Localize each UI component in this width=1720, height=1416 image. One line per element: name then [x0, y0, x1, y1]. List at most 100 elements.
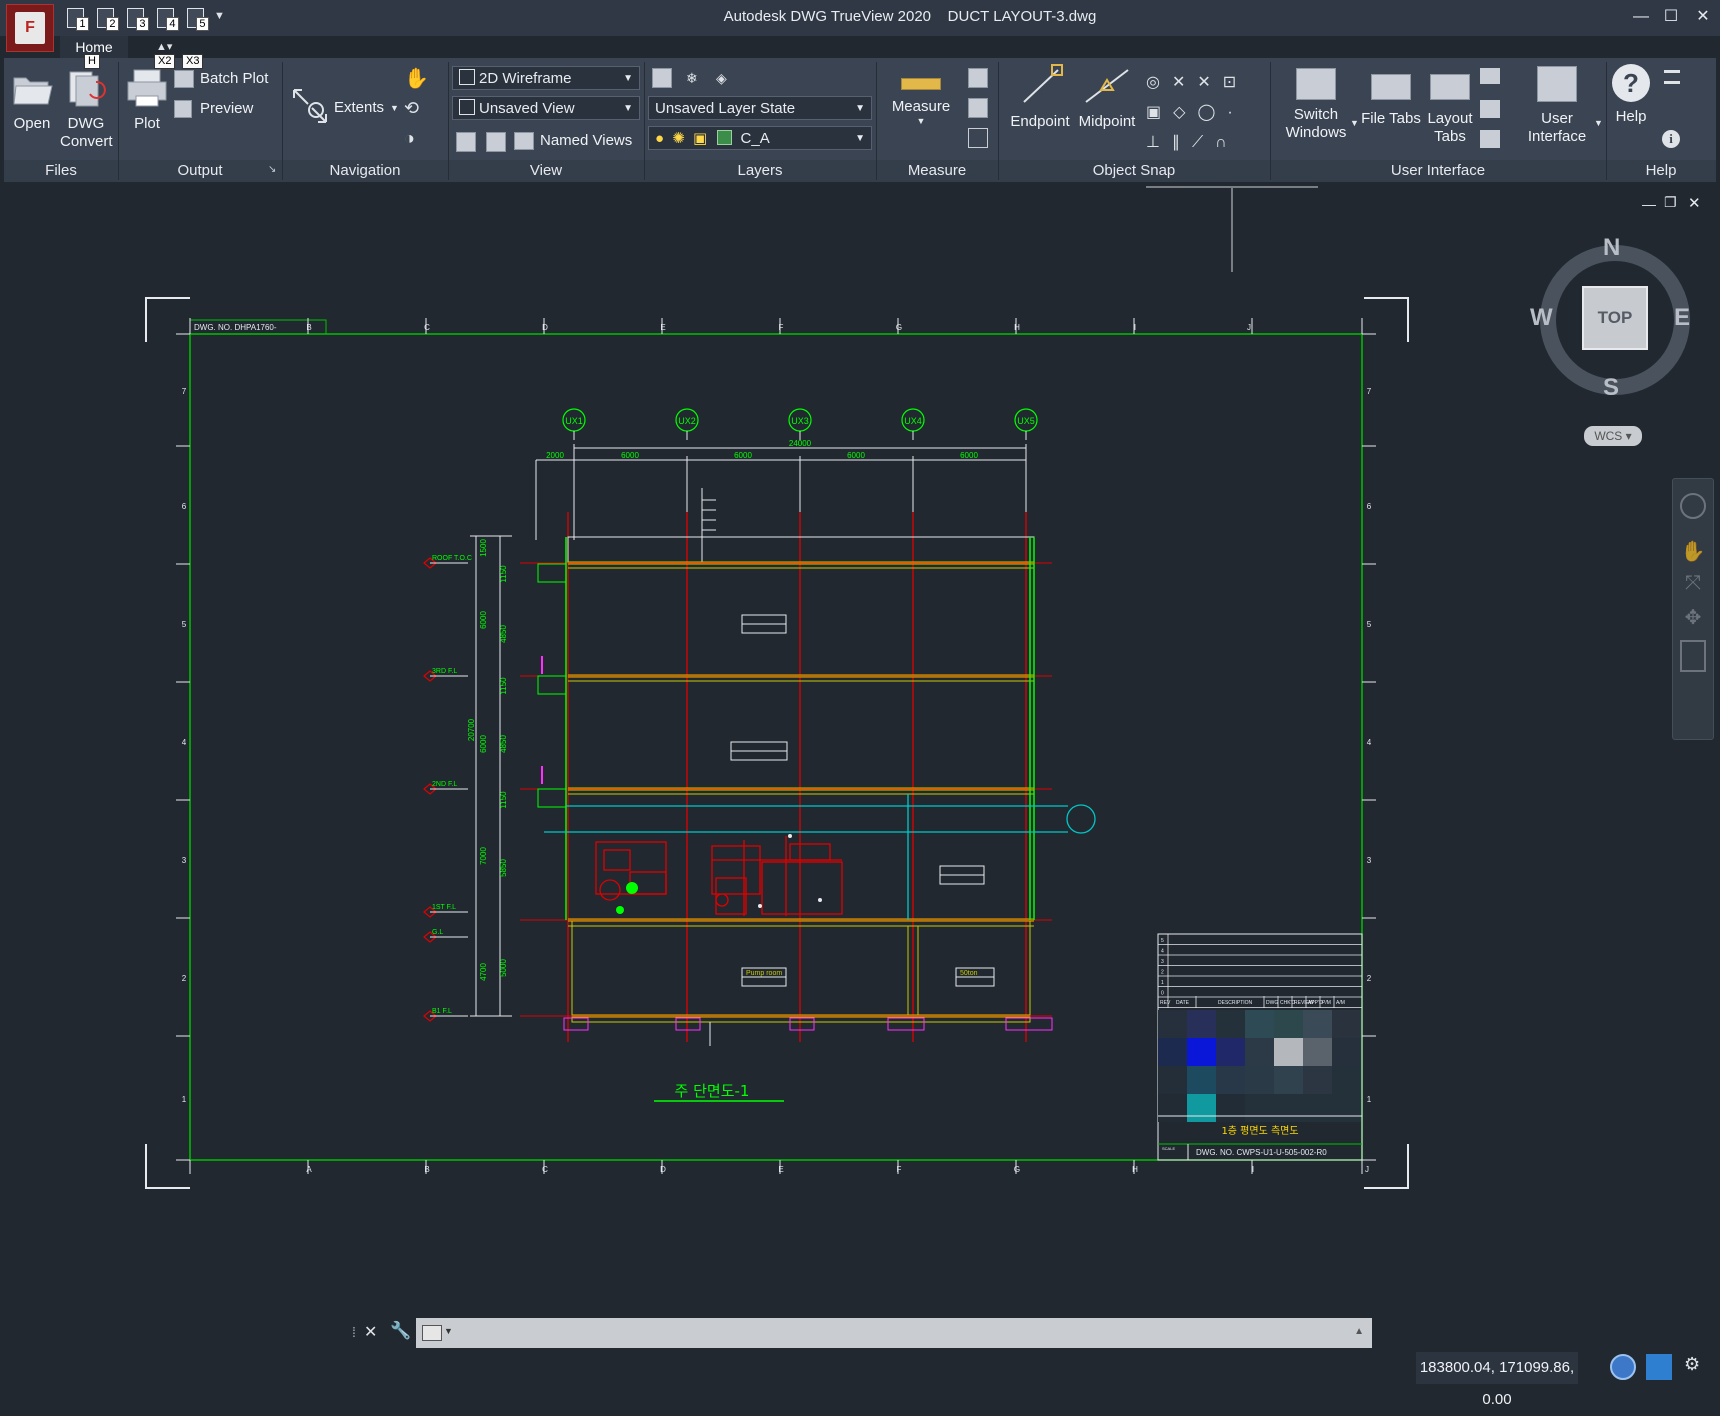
compass-south[interactable]: S [1603, 374, 1619, 402]
hardware-acceleration-icon[interactable]: ⚙ [1684, 1354, 1708, 1380]
viewcube-top-face[interactable]: TOP [1582, 286, 1648, 350]
grid-label: UX5 [1017, 416, 1035, 426]
compass-east[interactable]: E [1674, 304, 1690, 332]
border-letter-bottom: J [1365, 1165, 1369, 1174]
company-logo-block [1158, 1010, 1361, 1122]
snap-status-icon[interactable] [1610, 1354, 1636, 1380]
level-marker: 1ST F.L [423, 904, 468, 918]
level-label: B1 F.L [432, 1008, 452, 1015]
vertical-dimension: 20700 [467, 718, 476, 741]
column-grid-bubbles: UX1 UX2 UX3 UX4 UX5 [562, 408, 1038, 440]
pan-icon[interactable]: ✋ [1673, 539, 1713, 564]
annotation-monitor-icon[interactable] [1646, 1354, 1672, 1380]
vertical-dimension: 1500 [479, 539, 488, 557]
command-prompt-icon[interactable] [422, 1325, 442, 1341]
navigation-bar[interactable]: ✋ ⤧ ✥ [1672, 478, 1714, 740]
level-marker: B1 F.L [423, 1008, 468, 1022]
level-label: 1ST F.L [432, 904, 456, 911]
revision-number: 1 [1161, 980, 1164, 986]
grid-bubble: UX2 [675, 408, 699, 440]
bay-dimension: 6000 [621, 451, 639, 460]
border-letter-top: D [542, 323, 548, 332]
compass-west[interactable]: W [1530, 304, 1553, 332]
command-history-icon[interactable]: ▲ [1354, 1326, 1364, 1337]
application-menu-button[interactable]: F [6, 4, 54, 52]
pump-equipment [595, 836, 843, 916]
grip-icon[interactable]: ⁞ [352, 1324, 356, 1340]
revision-number: 3 [1161, 959, 1164, 965]
border-number-right: 5 [1367, 620, 1372, 629]
room-label-50ton: 50ton [960, 970, 978, 977]
title-block: 543210REV DATE DESCRIPTION DWG CHK'DREVIEWAP… [1157, 933, 1363, 1161]
vertical-dimension: 6000 [479, 611, 488, 629]
border-number-right: 3 [1367, 856, 1372, 865]
border-number-right: 6 [1367, 502, 1372, 511]
vertical-dimension: 1150 [499, 565, 508, 583]
border-number-right: 7 [1367, 387, 1372, 396]
title-block-title: 1층 평면도 측면도 [1221, 1125, 1298, 1137]
border-letter-top: B [306, 323, 311, 332]
level-label: 3RD F.L [432, 668, 457, 675]
vertical-dimension: 4850 [499, 625, 508, 643]
border-letter-bottom: I [1252, 1165, 1254, 1174]
border-letter-bottom: C [542, 1165, 548, 1174]
ucs-menu[interactable]: WCS ▾ [1584, 426, 1642, 446]
grid-bubble: UX1 [562, 408, 586, 440]
zoom-extents-icon[interactable]: ⤧ [1673, 572, 1713, 595]
bay-dimension: 6000 [960, 451, 978, 460]
vertical-dimension: 5000 [499, 959, 508, 977]
border-letter-bottom: E [778, 1165, 783, 1174]
border-number-left: 4 [182, 738, 187, 747]
border-number-right: 4 [1367, 738, 1372, 747]
border-letter-bottom: D [660, 1165, 666, 1174]
level-label: ROOF T.O.C [432, 555, 472, 562]
level-marker: ROOF T.O.C [423, 555, 472, 569]
section-title: 주 단면도-1 [675, 1082, 750, 1100]
app-logo-icon: F [15, 12, 45, 44]
border-letter-bottom: F [897, 1165, 902, 1174]
border-number-left: 2 [182, 974, 187, 983]
left-dimension-lines [470, 535, 512, 1017]
bay-dimension: 6000 [847, 451, 865, 460]
level-label: G.L [432, 929, 443, 936]
border-letter-top: G [896, 323, 902, 332]
grid-bubble: UX3 [788, 408, 812, 440]
bay-dimensions: 2000 6000 6000 6000 6000 [546, 451, 978, 460]
revision-header: APP'D [1308, 1000, 1323, 1006]
border-letter-bottom: H [1132, 1165, 1138, 1174]
vertical-dimension: 6000 [479, 735, 488, 753]
keytip-x2: X2 [154, 54, 176, 69]
border-number-left: 5 [182, 620, 187, 629]
revision-number: 2 [1161, 970, 1164, 976]
coordinates-readout[interactable]: 183800.04, 171099.86, 0.00 [1416, 1352, 1578, 1408]
revision-header: DWG [1266, 1000, 1278, 1006]
border-number-left: 1 [182, 1095, 187, 1104]
keytip-x3: X3 [182, 54, 204, 69]
building-section: Pump room 50ton [520, 488, 1096, 1046]
command-input[interactable]: ▼ ▲ [416, 1318, 1372, 1348]
revision-header: REV [1160, 1000, 1171, 1006]
revision-number: 0 [1161, 991, 1164, 997]
level-label: 2ND F.L [432, 781, 457, 788]
title-block-dwg-no: DWG. NO. CWPS-U1-U-505-002-R0 [1196, 1148, 1327, 1157]
revision-header: DESCRIPTION [1218, 1000, 1253, 1006]
close-command-line-icon[interactable]: ✕ [364, 1322, 377, 1342]
chevron-down-icon[interactable]: ▼ [444, 1326, 453, 1336]
top-dimension-lines [535, 444, 1027, 540]
border-letter-bottom: A [306, 1165, 312, 1174]
border-letter-top: C [424, 323, 430, 332]
revision-header: P/M [1322, 1000, 1331, 1006]
level-marker: 3RD F.L [423, 668, 468, 682]
steering-wheel-icon[interactable] [1680, 493, 1706, 519]
orbit-icon[interactable]: ✥ [1673, 605, 1713, 630]
vertical-dimension: 7000 [479, 847, 488, 865]
customize-wrench-icon[interactable]: 🔧 [390, 1321, 411, 1341]
border-letter-top: F [779, 323, 784, 332]
showmotion-icon[interactable] [1680, 640, 1706, 672]
compass-north[interactable]: N [1603, 234, 1620, 262]
bay-dimension: 6000 [734, 451, 752, 460]
border-letter-bottom: G [1014, 1165, 1020, 1174]
border-number-right: 2 [1367, 974, 1372, 983]
keytip-home: H [84, 54, 100, 69]
overall-dimension: 24000 [789, 439, 812, 448]
